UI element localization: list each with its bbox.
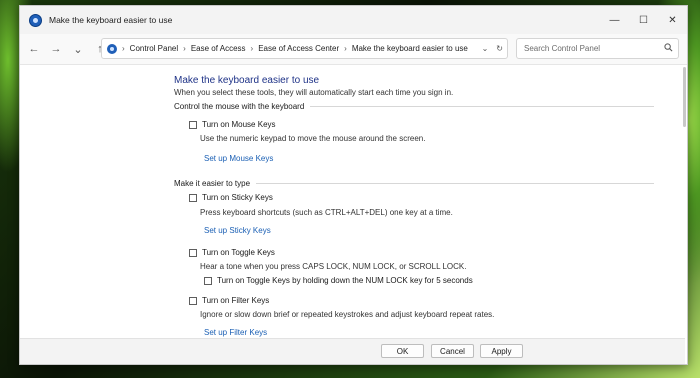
section-title: Make it easier to type bbox=[174, 179, 251, 188]
minimize-button[interactable]: — bbox=[600, 6, 629, 34]
dialog-footer: OK Cancel Apply bbox=[20, 338, 685, 364]
section-title: Control the mouse with the keyboard bbox=[174, 102, 305, 111]
title-bar: Make the keyboard easier to use — ☐ ✕ bbox=[20, 6, 687, 34]
vertical-scrollbar[interactable] bbox=[681, 65, 687, 338]
toggle-keys-description: Hear a tone when you press CAPS LOCK, NU… bbox=[200, 262, 467, 271]
address-bar-actions: ⌄ ↻ bbox=[482, 39, 503, 58]
set-up-filter-keys-link[interactable]: Set up Filter Keys bbox=[204, 328, 267, 337]
toggle-keys-option[interactable]: Turn on Toggle Keys bbox=[189, 248, 275, 257]
toggle-keys-numlock-label[interactable]: Turn on Toggle Keys by holding down the … bbox=[217, 276, 473, 285]
section-header: Control the mouse with the keyboard bbox=[174, 102, 654, 111]
breadcrumb-separator-icon[interactable]: › bbox=[251, 44, 254, 53]
section-divider bbox=[310, 106, 654, 107]
sticky-keys-description: Press keyboard shortcuts (such as CTRL+A… bbox=[200, 208, 453, 217]
address-dropdown-icon[interactable]: ⌄ bbox=[482, 44, 489, 53]
search-icon[interactable] bbox=[664, 43, 673, 52]
control-panel-icon bbox=[29, 13, 42, 27]
toggle-keys-label[interactable]: Turn on Toggle Keys bbox=[202, 248, 275, 257]
breadcrumb-control-panel[interactable]: Control Panel bbox=[130, 44, 178, 53]
section-mouse-keyboard: Control the mouse with the keyboard bbox=[174, 102, 654, 111]
filter-keys-label[interactable]: Turn on Filter Keys bbox=[202, 296, 269, 305]
breadcrumb-ease-of-access[interactable]: Ease of Access bbox=[191, 44, 246, 53]
forward-arrow-icon[interactable]: → bbox=[46, 39, 66, 59]
toggle-keys-numlock-checkbox[interactable] bbox=[204, 276, 212, 285]
section-header: Make it easier to type bbox=[174, 179, 654, 188]
sticky-keys-checkbox[interactable] bbox=[189, 193, 197, 202]
navigation-bar: ← → ⌄ ↑ › Control Panel › Ease of Access… bbox=[20, 34, 687, 65]
window-title: Make the keyboard easier to use bbox=[49, 15, 173, 25]
breadcrumb-separator-icon[interactable]: › bbox=[183, 44, 186, 53]
toggle-keys-checkbox[interactable] bbox=[189, 248, 197, 257]
filter-keys-description: Ignore or slow down brief or repeated ke… bbox=[200, 310, 495, 319]
section-divider bbox=[256, 183, 654, 184]
section-typing: Make it easier to type bbox=[174, 179, 654, 188]
cancel-button[interactable]: Cancel bbox=[431, 344, 474, 358]
address-bar[interactable]: › Control Panel › Ease of Access › Ease … bbox=[101, 38, 508, 59]
sticky-keys-label[interactable]: Turn on Sticky Keys bbox=[202, 193, 273, 202]
mouse-keys-checkbox[interactable] bbox=[189, 120, 197, 129]
breadcrumb-separator-icon: › bbox=[122, 44, 125, 53]
breadcrumb-separator-icon[interactable]: › bbox=[344, 44, 347, 53]
mouse-keys-description: Use the numeric keypad to move the mouse… bbox=[200, 134, 426, 143]
content-area: Make the keyboard easier to use When you… bbox=[20, 65, 685, 338]
scrollbar-thumb[interactable] bbox=[683, 67, 686, 127]
refresh-icon[interactable]: ↻ bbox=[496, 44, 503, 53]
breadcrumb-ease-of-access-center[interactable]: Ease of Access Center bbox=[258, 44, 339, 53]
toggle-keys-numlock-option[interactable]: Turn on Toggle Keys by holding down the … bbox=[204, 276, 473, 285]
ok-button[interactable]: OK bbox=[381, 344, 424, 358]
apply-button[interactable]: Apply bbox=[480, 344, 523, 358]
page-subtitle: When you select these tools, they will a… bbox=[174, 88, 454, 97]
set-up-mouse-keys-link[interactable]: Set up Mouse Keys bbox=[204, 154, 273, 163]
control-panel-address-icon bbox=[107, 43, 117, 54]
window-controls: — ☐ ✕ bbox=[600, 6, 687, 34]
breadcrumb-current-page[interactable]: Make the keyboard easier to use bbox=[352, 44, 468, 53]
sticky-keys-option[interactable]: Turn on Sticky Keys bbox=[189, 193, 273, 202]
search-box[interactable] bbox=[516, 38, 679, 59]
search-input[interactable] bbox=[522, 40, 666, 57]
maximize-button[interactable]: ☐ bbox=[629, 6, 658, 34]
mouse-keys-label[interactable]: Turn on Mouse Keys bbox=[202, 120, 276, 129]
filter-keys-option[interactable]: Turn on Filter Keys bbox=[189, 296, 269, 305]
recent-locations-chevron-icon[interactable]: ⌄ bbox=[68, 39, 88, 59]
close-button[interactable]: ✕ bbox=[658, 6, 687, 34]
filter-keys-checkbox[interactable] bbox=[189, 296, 197, 305]
control-panel-window: Make the keyboard easier to use — ☐ ✕ ← … bbox=[19, 5, 688, 365]
set-up-sticky-keys-link[interactable]: Set up Sticky Keys bbox=[204, 226, 271, 235]
back-arrow-icon[interactable]: ← bbox=[24, 39, 44, 59]
page-title: Make the keyboard easier to use bbox=[174, 75, 320, 86]
mouse-keys-option[interactable]: Turn on Mouse Keys bbox=[189, 120, 276, 129]
